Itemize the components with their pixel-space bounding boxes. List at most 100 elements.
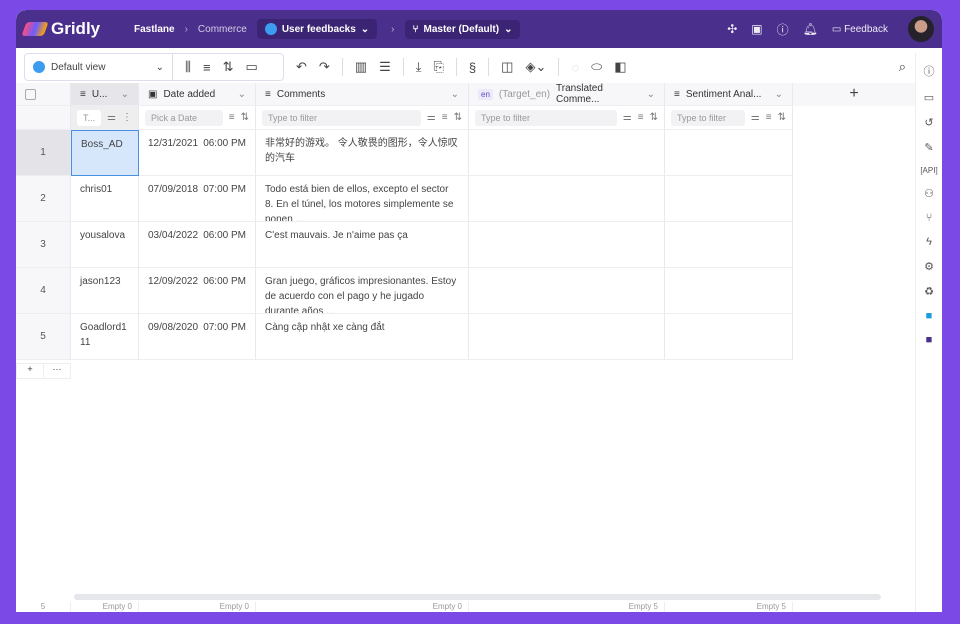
filter-input[interactable]: Type to filter: [475, 109, 617, 126]
folder-icon[interactable]: ▭: [245, 59, 257, 75]
date-filter-input[interactable]: Pick a Date: [145, 109, 223, 126]
feedback-button[interactable]: ▭ Feedback: [832, 24, 888, 35]
columns-icon[interactable]: ⫼: [185, 59, 191, 75]
recycle-icon[interactable]: ♻: [924, 285, 934, 298]
history-icon[interactable]: ↺: [924, 116, 933, 129]
avatar[interactable]: [908, 16, 934, 42]
column-header-sentiment[interactable]: ≡ Sentiment Anal... ⌄: [665, 83, 793, 106]
comment-icon[interactable]: ▭: [924, 91, 934, 104]
horizontal-scrollbar[interactable]: [74, 594, 881, 600]
edit-icon[interactable]: ✎: [924, 141, 933, 154]
info-icon[interactable]: ⓘ: [924, 63, 935, 79]
grid-selector[interactable]: User feedbacks ⌄: [256, 19, 378, 39]
app-icon[interactable]: ■: [926, 310, 933, 322]
translated-cell[interactable]: [469, 268, 665, 314]
comment-cell[interactable]: Càng cập nhật xe càng đắt: [256, 314, 469, 360]
sync-icon[interactable]: ◌: [571, 60, 579, 75]
comment-cell[interactable]: 非常好的游戏。 令人敬畏的图形，令人惊叹的汽车: [256, 130, 469, 176]
help-icon[interactable]: ⓘ: [777, 21, 789, 38]
date-cell[interactable]: 09/08/2020 07:00 PM: [139, 314, 256, 360]
filter-options-icon[interactable]: ⚌: [427, 112, 436, 123]
sort-icon[interactable]: ⇅: [454, 112, 462, 123]
branch-selector[interactable]: ⑂ Master (Default) ⌄: [404, 19, 521, 39]
branch-icon[interactable]: ⑂: [926, 212, 933, 224]
filter-input[interactable]: Type to filter: [262, 109, 421, 126]
bell-icon[interactable]: 🔔︎: [803, 22, 818, 36]
filter-icon[interactable]: ≡: [203, 60, 211, 75]
chevron-down-icon[interactable]: ⌄: [775, 89, 783, 100]
translated-cell[interactable]: [469, 130, 665, 176]
comment-cell[interactable]: Todo está bien de ellos, excepto el sect…: [256, 176, 469, 222]
sort-icon[interactable]: ⇅: [778, 112, 786, 123]
user-cell[interactable]: yousalova: [71, 222, 139, 268]
sentiment-cell[interactable]: [665, 176, 793, 222]
link-icon[interactable]: §: [469, 60, 476, 75]
more-icon[interactable]: ⋮: [122, 112, 132, 123]
user-cell[interactable]: jason123: [71, 268, 139, 314]
filter-icon[interactable]: ≡: [442, 112, 448, 123]
user-cell[interactable]: Boss_AD: [71, 130, 139, 176]
chevron-down-icon[interactable]: ⌄: [238, 89, 246, 100]
redo-icon[interactable]: ↷: [319, 59, 330, 75]
download-icon[interactable]: ⤓: [416, 59, 422, 75]
chevron-down-icon[interactable]: ⌄: [647, 89, 655, 100]
sentiment-cell[interactable]: [665, 130, 793, 176]
sentiment-cell[interactable]: [665, 314, 793, 360]
sort-icon[interactable]: ⇅: [650, 112, 658, 123]
settings-icon[interactable]: ⚙: [924, 260, 934, 273]
user-cell[interactable]: Goadlord111: [71, 314, 139, 360]
row-number[interactable]: 5: [16, 314, 71, 360]
translated-cell[interactable]: [469, 222, 665, 268]
puzzle-icon[interactable]: ✣: [727, 22, 737, 36]
filter-icon[interactable]: ≡: [229, 112, 235, 123]
chevron-down-icon[interactable]: ⌄: [451, 89, 459, 100]
filter-input[interactable]: T...: [77, 109, 102, 126]
row-number[interactable]: 1: [16, 130, 71, 176]
import-icon[interactable]: ⎘: [434, 59, 444, 75]
users-icon[interactable]: ⚇: [924, 187, 934, 200]
sentiment-cell[interactable]: [665, 268, 793, 314]
date-cell[interactable]: 12/09/2022 06:00 PM: [139, 268, 256, 314]
row-number[interactable]: 4: [16, 268, 71, 314]
filter-icon[interactable]: ≡: [766, 112, 772, 123]
add-row-button[interactable]: +: [17, 364, 43, 378]
filter-icon[interactable]: ≡: [638, 112, 644, 123]
add-column-icon[interactable]: ▥: [355, 59, 367, 75]
translated-cell[interactable]: [469, 314, 665, 360]
comment-cell[interactable]: C'est mauvais. Je n'aime pas ça: [256, 222, 469, 268]
add-row-icon[interactable]: ☰: [379, 59, 391, 75]
tag-icon[interactable]: ⬭: [591, 59, 602, 75]
filter-options-icon[interactable]: ⚌: [107, 112, 116, 123]
user-cell[interactable]: chris01: [71, 176, 139, 222]
api-icon[interactable]: [API]: [920, 166, 937, 175]
select-all-checkbox[interactable]: [16, 83, 71, 106]
row-number[interactable]: 3: [16, 222, 71, 268]
search-icon[interactable]: ⌕: [899, 59, 906, 75]
row-height-icon[interactable]: ◫: [501, 59, 513, 75]
add-column-button[interactable]: +: [793, 83, 915, 106]
sentiment-cell[interactable]: [665, 222, 793, 268]
sort-icon[interactable]: ⇅: [223, 59, 234, 75]
layout-icon[interactable]: ▣: [751, 22, 762, 36]
row-number[interactable]: 2: [16, 176, 71, 222]
column-header-comments[interactable]: ≡ Comments ⌄: [256, 83, 469, 106]
filter-options-icon[interactable]: ⚌: [751, 112, 760, 123]
automation-icon[interactable]: ϟ: [926, 236, 932, 248]
undo-icon[interactable]: ↶: [296, 59, 307, 75]
chevron-down-icon[interactable]: ⌄: [121, 89, 129, 100]
app-icon[interactable]: ■: [926, 334, 933, 346]
view-selector[interactable]: Default view ⌄: [33, 54, 173, 80]
column-header-user[interactable]: ≡ U... ⌄: [71, 83, 139, 106]
logo[interactable]: Gridly: [21, 19, 134, 39]
filter-input[interactable]: Type to filter: [671, 109, 745, 126]
date-cell[interactable]: 03/04/2022 06:00 PM: [139, 222, 256, 268]
comment-cell[interactable]: Gran juego, gráficos impresionantes. Est…: [256, 268, 469, 314]
translated-cell[interactable]: [469, 176, 665, 222]
sort-icon[interactable]: ⇅: [241, 112, 249, 123]
layout-icon[interactable]: ◧: [614, 59, 626, 75]
row-more-button[interactable]: ···: [43, 364, 70, 378]
column-header-translated[interactable]: en (Target_en) Translated Comme... ⌄: [469, 83, 665, 106]
date-cell[interactable]: 07/09/2018 07:00 PM: [139, 176, 256, 222]
column-header-date[interactable]: ▣ Date added ⌄: [139, 83, 256, 106]
paint-bucket-icon[interactable]: ◈⌄: [525, 59, 546, 75]
